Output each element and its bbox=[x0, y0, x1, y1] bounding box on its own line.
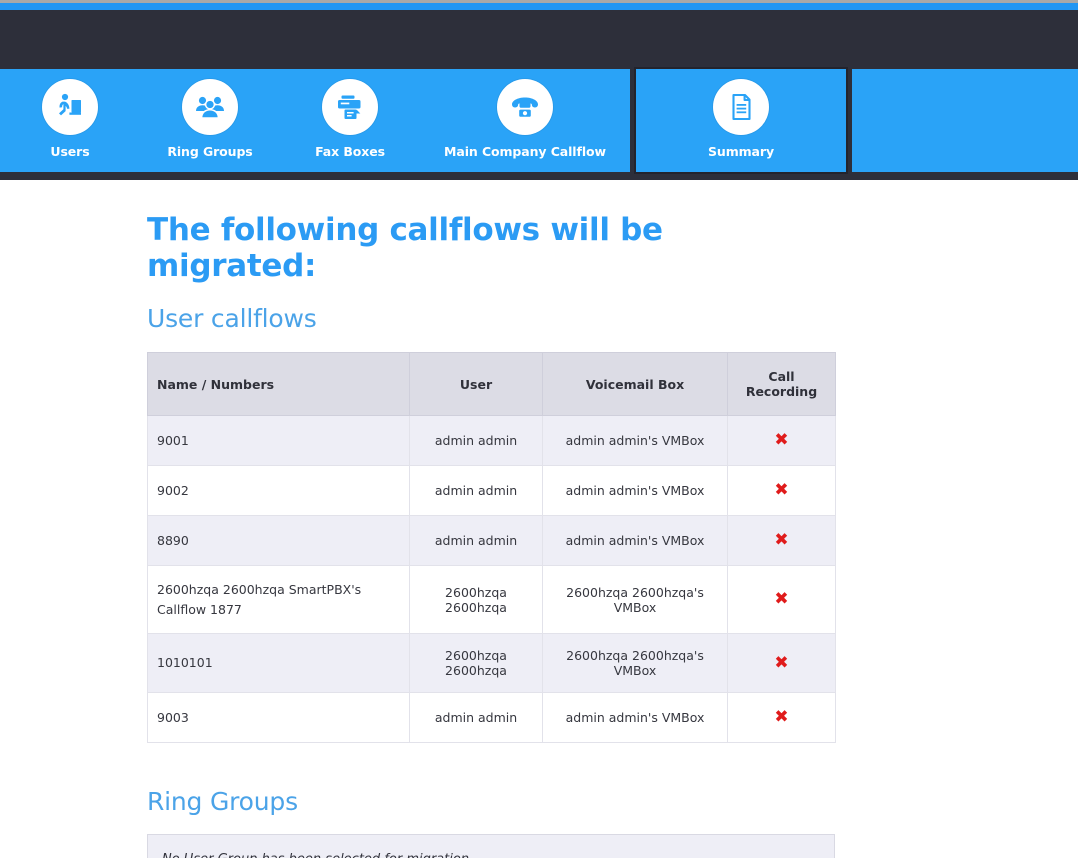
cell-call-recording: ✖ bbox=[727, 633, 836, 694]
summary-content: The following callflows will be migrated… bbox=[147, 180, 837, 858]
call-recording-disabled-icon: ✖ bbox=[774, 430, 789, 451]
cell-name-numbers: 9002 bbox=[147, 465, 410, 517]
user-callflows-table: Name / Numbers User Voicemail Box Call R… bbox=[147, 352, 836, 744]
page-title: The following callflows will be migrated… bbox=[147, 212, 663, 284]
tab-users[interactable]: Users bbox=[0, 69, 140, 172]
cell-user: admin admin bbox=[409, 465, 543, 517]
tab-main-company-callflow[interactable]: Main Company Callflow bbox=[420, 69, 630, 172]
user-at-desk-icon bbox=[42, 79, 98, 135]
call-recording-disabled-icon: ✖ bbox=[774, 707, 789, 728]
cell-call-recording: ✖ bbox=[727, 415, 836, 467]
call-recording-disabled-icon: ✖ bbox=[774, 530, 789, 551]
cell-name-numbers: 8890 bbox=[147, 515, 410, 567]
wizard-step-tabs: Users Ring Groups Fax Boxes Main Company… bbox=[0, 69, 1078, 172]
page-body: The following callflows will be migrated… bbox=[0, 180, 1078, 858]
table-row: 2600hzqa 2600hzqa SmartPBX's Callflow 18… bbox=[147, 565, 836, 635]
fax-machine-icon bbox=[322, 79, 378, 135]
cell-voicemail-box: 2600hzqa 2600hzqa's VMBox bbox=[542, 633, 728, 694]
section-heading-user-callflows: User callflows bbox=[147, 304, 317, 334]
top-accent-bar bbox=[0, 3, 1078, 10]
tab-summary[interactable]: Summary bbox=[636, 69, 846, 172]
cell-call-recording: ✖ bbox=[727, 565, 836, 635]
cell-voicemail-box: admin admin's VMBox bbox=[542, 465, 728, 517]
cell-call-recording: ✖ bbox=[727, 692, 836, 744]
column-header-user: User bbox=[409, 352, 543, 417]
table-row: 8890 admin admin admin admin's VMBox ✖ bbox=[147, 515, 836, 567]
table-head: Name / Numbers User Voicemail Box Call R… bbox=[147, 352, 836, 417]
tab-label-users: Users bbox=[50, 144, 90, 159]
column-header-call-recording: Call Recording bbox=[727, 352, 836, 417]
call-recording-disabled-icon: ✖ bbox=[774, 480, 789, 501]
table-row: 9001 admin admin admin admin's VMBox ✖ bbox=[147, 415, 836, 467]
cell-user: admin admin bbox=[409, 692, 543, 744]
table-row: 9003 admin admin admin admin's VMBox ✖ bbox=[147, 692, 836, 744]
cell-call-recording: ✖ bbox=[727, 515, 836, 567]
call-recording-disabled-icon: ✖ bbox=[774, 589, 789, 610]
app-dark-header bbox=[0, 10, 1078, 69]
tab-ring-groups[interactable]: Ring Groups bbox=[140, 69, 280, 172]
tab-label-main-company-callflow: Main Company Callflow bbox=[444, 144, 606, 159]
tab-label-summary: Summary bbox=[708, 144, 774, 159]
call-recording-disabled-icon: ✖ bbox=[774, 652, 789, 673]
table-row: 1010101 2600hzqa 2600hzqa 2600hzqa 2600h… bbox=[147, 633, 836, 694]
table-body: 9001 admin admin admin admin's VMBox ✖ 9… bbox=[147, 415, 836, 744]
cell-name-numbers: 1010101 bbox=[147, 633, 410, 694]
tab-label-ring-groups: Ring Groups bbox=[167, 144, 253, 159]
tab-label-fax-boxes: Fax Boxes bbox=[315, 144, 385, 159]
column-header-voicemail-box: Voicemail Box bbox=[542, 352, 728, 417]
cell-name-numbers: 9003 bbox=[147, 692, 410, 744]
cell-name-numbers: 2600hzqa 2600hzqa SmartPBX's Callflow 18… bbox=[147, 565, 410, 635]
cell-call-recording: ✖ bbox=[727, 465, 836, 517]
tab-next-partial[interactable] bbox=[852, 69, 1078, 172]
nav-bottom-bar bbox=[0, 172, 1078, 180]
tab-fax-boxes[interactable]: Fax Boxes bbox=[280, 69, 420, 172]
cell-voicemail-box: admin admin's VMBox bbox=[542, 415, 728, 467]
cell-voicemail-box: 2600hzqa 2600hzqa's VMBox bbox=[542, 565, 728, 635]
cell-voicemail-box: admin admin's VMBox bbox=[542, 515, 728, 567]
telephone-icon bbox=[497, 79, 553, 135]
cell-user: 2600hzqa 2600hzqa bbox=[409, 565, 543, 635]
ring-groups-empty-message: No User Group has been selected for migr… bbox=[147, 834, 835, 858]
cell-user: 2600hzqa 2600hzqa bbox=[409, 633, 543, 694]
cell-name-numbers: 9001 bbox=[147, 415, 410, 467]
cell-user: admin admin bbox=[409, 515, 543, 567]
table-header-row: Name / Numbers User Voicemail Box Call R… bbox=[147, 352, 836, 417]
cell-voicemail-box: admin admin's VMBox bbox=[542, 692, 728, 744]
document-icon bbox=[713, 79, 769, 135]
section-heading-ring-groups: Ring Groups bbox=[147, 787, 298, 817]
table-row: 9002 admin admin admin admin's VMBox ✖ bbox=[147, 465, 836, 517]
user-group-icon bbox=[182, 79, 238, 135]
wizard-nav-strip: Users Ring Groups Fax Boxes Main Company… bbox=[0, 69, 1078, 180]
column-header-name-numbers: Name / Numbers bbox=[147, 352, 410, 417]
cell-user: admin admin bbox=[409, 415, 543, 467]
